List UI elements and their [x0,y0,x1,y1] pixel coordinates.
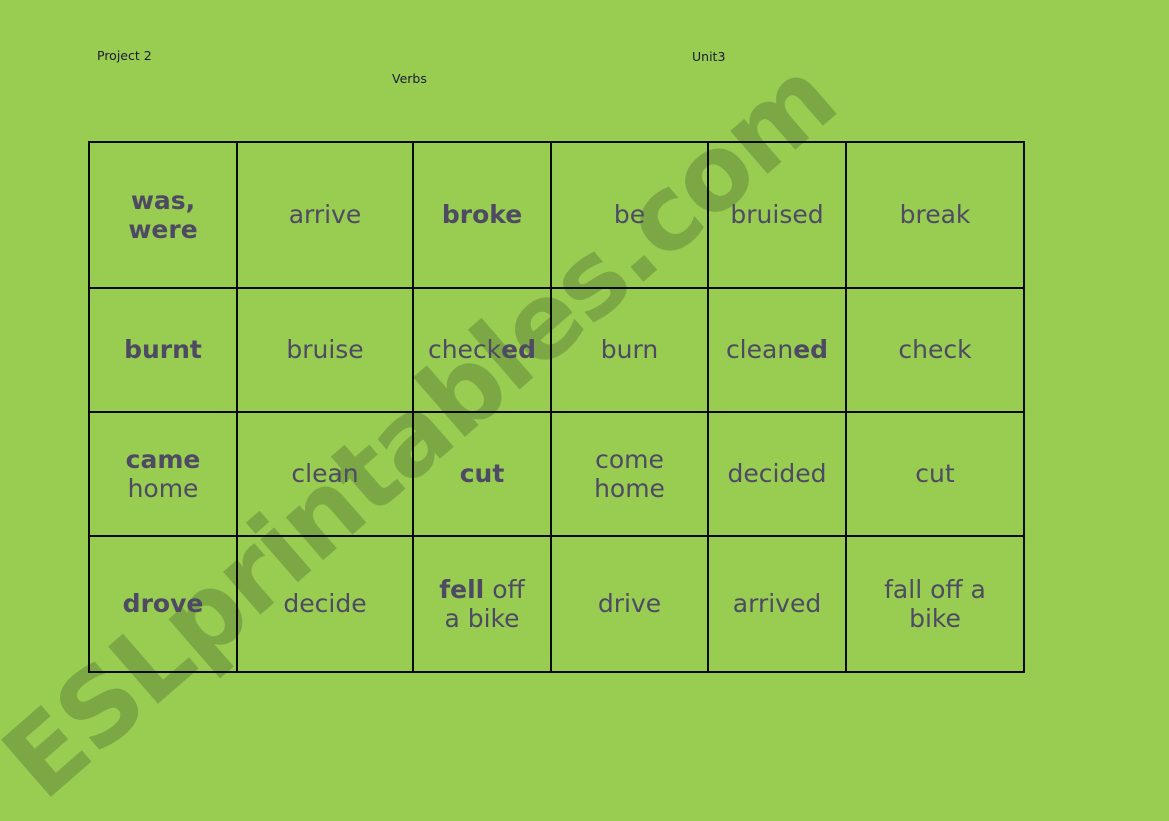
verb-cell-r3c4[interactable]: come home [550,411,709,537]
verb-cell-line1: fell off [416,575,548,605]
verb-cell-text: drove [122,589,204,619]
verb-cell-line1: was, [130,185,196,215]
verb-cell-line2: home [594,474,665,503]
verb-cell-r1c5[interactable]: bruised [707,141,847,289]
verb-cell-r3c3[interactable]: cut [412,411,552,537]
header-project-label: Project 2 [97,48,152,63]
verb-cell-r4c1[interactable]: drove [88,535,238,673]
verb-cell-text: broke [441,200,523,230]
verb-cell-line2: a bike [444,604,520,633]
verb-cell-r2c5[interactable]: cleaned [707,287,847,413]
worksheet-header: Project 2 Unit3 Verbs [0,0,1169,130]
verb-cell-text: check [898,335,972,365]
verb-cell-r1c3[interactable]: broke [412,141,552,289]
verb-cell-line2: were [128,215,198,244]
verb-cell-text: cut [915,459,955,489]
verb-cell-r4c2[interactable]: decide [236,535,414,673]
verb-suffix: ed [501,335,537,365]
verb-cell-r4c4[interactable]: drive [550,535,709,673]
verb-cell-r1c1[interactable]: was, were [88,141,238,289]
verb-cell-r1c2[interactable]: arrive [236,141,414,289]
verb-cell-text: be [613,200,646,230]
verb-cell-r1c6[interactable]: break [845,141,1025,289]
header-subject-label: Verbs [392,71,427,86]
verb-stem: clean [725,335,794,365]
header-unit-label: Unit3 [692,49,726,64]
verb-suffix: off [492,574,525,604]
table-row: burnt bruise checked burn cleaned check [88,287,1025,413]
verb-cell-r4c3[interactable]: fell off a bike [412,535,552,673]
verb-cell-text: burnt [124,335,202,365]
verb-cell-mixed: cleaned [711,335,843,365]
verbs-table: was, were arrive broke be bruised break [88,141,1025,673]
verb-cell-r2c3[interactable]: checked [412,287,552,413]
verb-cell-text: decided [727,459,827,489]
verb-cell-text: burn [600,335,659,365]
verb-cell-r2c6[interactable]: check [845,287,1025,413]
verb-cell-line1: come [595,444,664,474]
verb-cell-r3c5[interactable]: decided [707,411,847,537]
verb-cell-line2: bike [909,604,961,633]
verb-cell-text: bruise [286,335,364,365]
table-row: drove decide fell off a bike drive arriv… [88,535,1025,673]
worksheet-page: Project 2 Unit3 Verbs was, were arrive b… [0,0,1169,821]
verb-cell-r3c6[interactable]: cut [845,411,1025,537]
verb-cell-r2c1[interactable]: burnt [88,287,238,413]
verb-cell-text: arrive [288,200,362,230]
verb-cell-r3c1[interactable]: came home [88,411,238,537]
verb-cell-r1c4[interactable]: be [550,141,709,289]
verb-cell-text: bruised [730,200,824,230]
verb-cell-r2c2[interactable]: bruise [236,287,414,413]
verb-suffix: ed [793,335,829,365]
verb-cell-text: decide [283,589,367,619]
verb-cell-text: arrived [732,589,822,619]
verb-cell-mixed: checked [416,335,548,365]
verb-cell-line2: home [127,474,199,503]
verb-cell-text: drive [597,589,662,619]
table-row: was, were arrive broke be bruised break [88,141,1025,289]
verb-cell-text: cut [459,459,505,489]
verb-cell-r4c6[interactable]: fall off a bike [845,535,1025,673]
verb-cell-line1: came [125,444,201,474]
verb-cell-text: break [899,200,971,230]
verb-cell-line1: fall off a [884,574,986,604]
verb-cell-text: clean [291,459,359,489]
verb-cell-r3c2[interactable]: clean [236,411,414,537]
verb-cell-r2c4[interactable]: burn [550,287,709,413]
verb-stem: fell [439,574,485,604]
table-row: came home clean cut come home decided cu [88,411,1025,537]
verb-cell-r4c5[interactable]: arrived [707,535,847,673]
verb-stem: check [427,335,502,365]
